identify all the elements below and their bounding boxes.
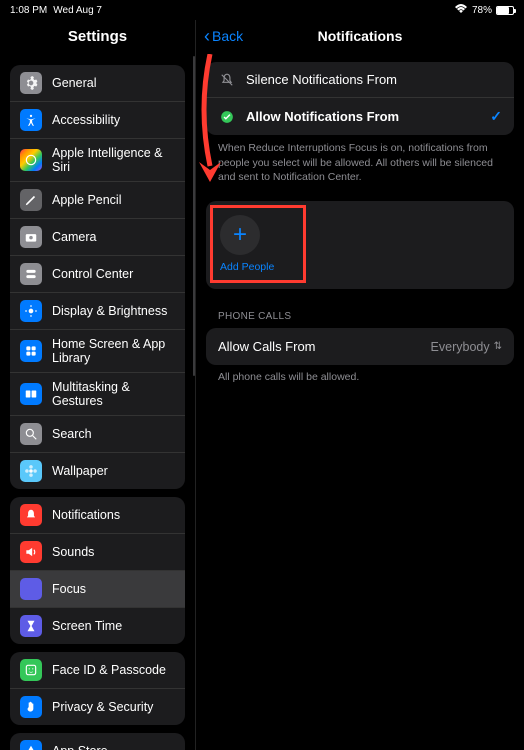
gear-icon	[20, 72, 42, 94]
sidebar-item-label: Focus	[52, 582, 86, 596]
allow-notifications-option[interactable]: Allow Notifications From ✓	[206, 98, 514, 135]
sidebar-item-wallpaper[interactable]: Wallpaper	[10, 453, 185, 489]
notification-mode-card: Silence Notifications From Allow Notific…	[206, 62, 514, 135]
sidebar-item-display-brightness[interactable]: Display & Brightness	[10, 293, 185, 330]
main-header: ‹ Back Notifications	[196, 20, 524, 54]
sidebar-item-label: Sounds	[52, 545, 94, 559]
option-label: Allow Notifications From	[246, 109, 490, 124]
search-icon	[20, 423, 42, 445]
main-panel: ‹ Back Notifications Silence Notificatio…	[196, 20, 524, 750]
sidebar-item-label: Face ID & Passcode	[52, 663, 166, 677]
speaker-icon	[20, 541, 42, 563]
switches-icon	[20, 263, 42, 285]
sidebar-scrollbar[interactable]	[193, 56, 195, 376]
wifi-icon	[454, 4, 468, 17]
sidebar-item-label: Apple Intelligence & Siri	[52, 146, 175, 174]
sidebar-item-label: App Store	[52, 744, 108, 750]
chevron-left-icon: ‹	[204, 26, 210, 47]
moon-icon	[20, 578, 42, 600]
sidebar-item-label: Apple Pencil	[52, 193, 122, 207]
sidebar-item-label: General	[52, 76, 96, 90]
camera-icon	[20, 226, 42, 248]
grid-icon	[20, 340, 42, 362]
sidebar-item-search[interactable]: Search	[10, 416, 185, 453]
bell-check-icon	[218, 110, 236, 124]
sidebar-item-general[interactable]: General	[10, 65, 185, 102]
sidebar-item-sounds[interactable]: Sounds	[10, 534, 185, 571]
calls-row-value: Everybody ⇅	[431, 340, 502, 354]
option-label: Silence Notifications From	[246, 72, 502, 87]
sidebar-item-accessibility[interactable]: Accessibility	[10, 102, 185, 139]
sidebar-item-multitasking-gestures[interactable]: Multitasking & Gestures	[10, 373, 185, 416]
battery-percent: 78%	[472, 5, 492, 16]
bell-slash-icon	[218, 73, 236, 87]
plus-icon: +	[233, 221, 247, 249]
sidebar-item-label: Notifications	[52, 508, 120, 522]
sidebar-item-screen-time[interactable]: Screen Time	[10, 608, 185, 644]
hand-icon	[20, 696, 42, 718]
back-label: Back	[212, 28, 243, 44]
sidebar-item-label: Camera	[52, 230, 96, 244]
checkmark-icon: ✓	[490, 108, 502, 125]
sidebar-item-camera[interactable]: Camera	[10, 219, 185, 256]
add-people-card: + Add People	[206, 201, 514, 289]
sidebar-item-label: Wallpaper	[52, 464, 108, 478]
sun-icon	[20, 300, 42, 322]
sidebar-item-app-store[interactable]: App Store	[10, 733, 185, 750]
calls-row-label: Allow Calls From	[218, 339, 316, 354]
page-title: Notifications	[318, 28, 403, 44]
faceid-icon	[20, 659, 42, 681]
sidebar-item-label: Privacy & Security	[52, 700, 153, 714]
pencil-icon	[20, 189, 42, 211]
sidebar-item-label: Accessibility	[52, 113, 120, 127]
sidebar-item-home-screen-app-library[interactable]: Home Screen & App Library	[10, 330, 185, 373]
settings-sidebar[interactable]: Settings General Accessibility Apple Intel…	[0, 20, 196, 750]
accessibility-icon	[20, 109, 42, 131]
sidebar-item-apple-pencil[interactable]: Apple Pencil	[10, 182, 185, 219]
siri-icon	[20, 149, 42, 171]
sidebar-item-label: Multitasking & Gestures	[52, 380, 175, 408]
sidebar-item-apple-intelligence-siri[interactable]: Apple Intelligence & Siri	[10, 139, 185, 182]
battery-icon	[496, 6, 514, 15]
sidebar-item-notifications[interactable]: Notifications	[10, 497, 185, 534]
status-time: 1:08 PM	[10, 5, 47, 16]
phone-calls-header: PHONE CALLS	[206, 297, 514, 328]
silence-notifications-option[interactable]: Silence Notifications From	[206, 62, 514, 98]
status-date: Wed Aug 7	[53, 5, 102, 16]
sidebar-item-face-id-passcode[interactable]: Face ID & Passcode	[10, 652, 185, 689]
calls-footer-text: All phone calls will be allowed.	[206, 365, 514, 389]
sidebar-item-label: Search	[52, 427, 92, 441]
sidebar-item-label: Screen Time	[52, 619, 122, 633]
help-text: When Reduce Interruptions Focus is on, n…	[206, 135, 514, 193]
sidebar-item-focus[interactable]: Focus	[10, 571, 185, 608]
updown-icon: ⇅	[494, 341, 502, 352]
appstore-icon	[20, 740, 42, 750]
hourglass-icon	[20, 615, 42, 637]
sidebar-item-label: Display & Brightness	[52, 304, 167, 318]
rectangles-icon	[20, 383, 42, 405]
flower-icon	[20, 460, 42, 482]
allow-calls-from-row[interactable]: Allow Calls From Everybody ⇅	[206, 328, 514, 365]
add-people-button[interactable]: +	[220, 215, 260, 255]
back-button[interactable]: ‹ Back	[204, 26, 243, 47]
sidebar-title: Settings	[0, 20, 195, 57]
bell-icon	[20, 504, 42, 526]
status-bar: 1:08 PM Wed Aug 7 78%	[0, 0, 524, 20]
sidebar-item-label: Home Screen & App Library	[52, 337, 175, 365]
sidebar-item-label: Control Center	[52, 267, 133, 281]
add-people-label: Add People	[220, 261, 500, 273]
sidebar-item-control-center[interactable]: Control Center	[10, 256, 185, 293]
sidebar-item-privacy-security[interactable]: Privacy & Security	[10, 689, 185, 725]
